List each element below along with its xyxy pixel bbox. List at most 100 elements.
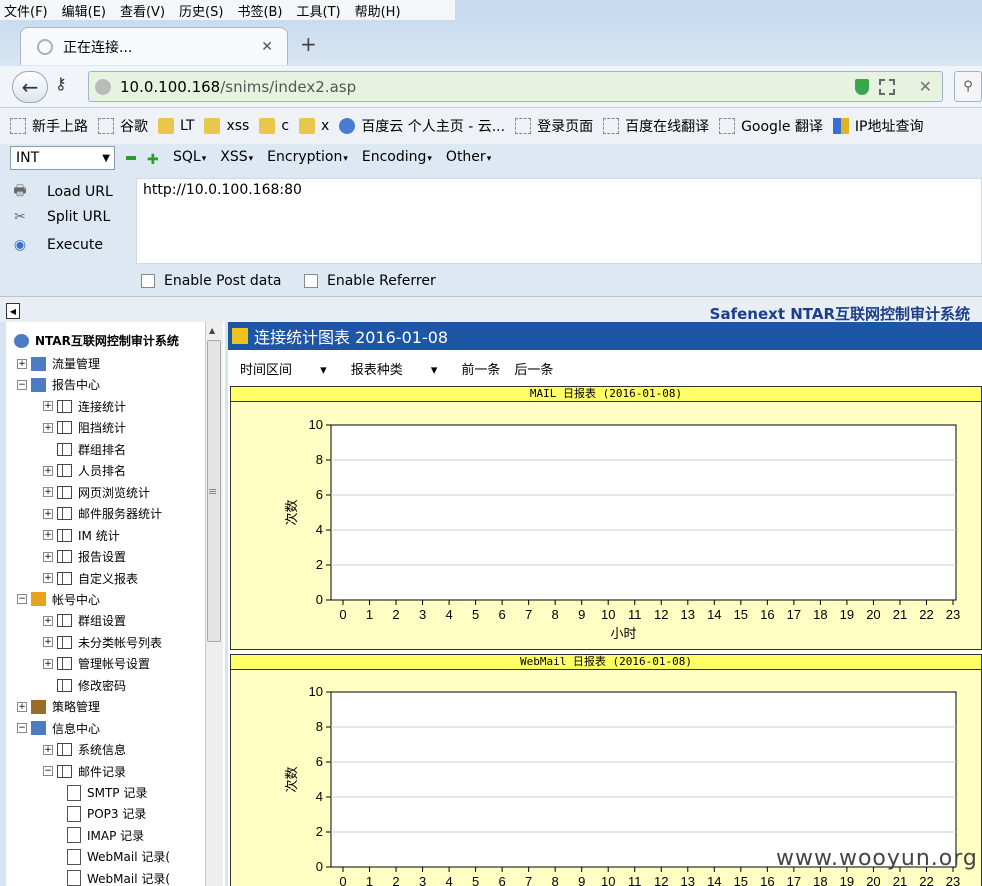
tree-item[interactable]: + 系统信息 (43, 741, 126, 758)
menu-other[interactable]: Other (446, 149, 491, 165)
minus-icon[interactable] (126, 156, 136, 160)
expand-icon[interactable]: + (43, 615, 53, 626)
collapse-icon[interactable]: − (17, 723, 27, 734)
tree-item[interactable]: 群组排名 (43, 441, 126, 458)
expand-icon[interactable]: + (43, 744, 53, 755)
menu-help[interactable]: 帮助(H) (355, 1, 401, 20)
expand-icon[interactable]: + (43, 487, 53, 498)
expand-icon[interactable]: + (17, 701, 27, 712)
address-bar[interactable]: 10.0.100.168/snims/index2.asp ✕ (88, 71, 943, 102)
post-checkbox-box[interactable] (141, 274, 155, 288)
bookmark-item[interactable]: 百度云 个人主页 - 云... (339, 116, 505, 136)
menu-tools[interactable]: 工具(T) (297, 1, 341, 20)
bookmark-item[interactable]: 百度在线翻译 (603, 116, 709, 136)
tree-item[interactable]: + 邮件服务器统计 (43, 505, 162, 522)
tree-item[interactable]: + 网页浏览统计 (43, 484, 150, 501)
split-url-button[interactable]: ✂ Split URL (10, 209, 110, 225)
bookmark-item[interactable]: 新手上路 (10, 116, 88, 136)
tree-item[interactable]: + 群组设置 (43, 612, 126, 629)
tree-item[interactable]: − 邮件记录 (43, 763, 126, 780)
tree-item[interactable]: + 策略管理 (17, 698, 100, 715)
expand-icon[interactable]: + (17, 358, 27, 369)
stop-icon[interactable]: ✕ (919, 77, 932, 96)
tree-item[interactable]: WebMail 记录( (67, 870, 170, 886)
bookmark-item[interactable]: 登录页面 (515, 116, 593, 136)
bookmark-item[interactable]: x (299, 118, 329, 134)
url-host: 10.0.100.168 (120, 77, 221, 96)
tree-item[interactable]: 修改密码 (43, 677, 126, 694)
menu-sql[interactable]: SQL (173, 149, 206, 165)
y-tick-label: 10 (309, 417, 323, 432)
bookmark-item[interactable]: Google 翻译 (719, 116, 823, 136)
prev-link[interactable]: 前一条 (461, 359, 500, 378)
collapse-icon[interactable]: − (43, 766, 53, 777)
menu-bookmarks[interactable]: 书签(B) (237, 1, 282, 20)
menu-edit[interactable]: 编辑(E) (62, 1, 106, 20)
tree-item[interactable]: + 未分类帐号列表 (43, 634, 162, 651)
bookmark-item[interactable]: xss (204, 118, 249, 134)
browser-tab[interactable]: 正在连接... ✕ (20, 27, 288, 65)
bookmark-item[interactable]: 谷歌 (98, 116, 148, 136)
bookmark-item[interactable]: c (259, 118, 289, 134)
menu-view[interactable]: 查看(V) (120, 1, 165, 20)
collapse-icon[interactable]: − (17, 379, 27, 390)
menu-history[interactable]: 历史(S) (179, 1, 223, 20)
chart-title: MAIL 日报表 (2016-01-08) (231, 387, 981, 402)
menu-xss[interactable]: XSS (220, 149, 253, 165)
enable-post-checkbox[interactable]: Enable Post data (141, 273, 281, 289)
expand-icon[interactable]: + (43, 508, 53, 519)
tree-item-label: POP3 记录 (87, 807, 147, 822)
next-link[interactable]: 后一条 (514, 359, 553, 378)
bookmark-item[interactable]: IP地址查询 (832, 116, 923, 136)
expand-icon[interactable]: + (43, 401, 53, 412)
expand-icon[interactable]: + (43, 465, 53, 476)
plus-icon[interactable]: ✚ (147, 152, 159, 168)
tree-item[interactable]: + 流量管理 (17, 355, 100, 372)
referrer-checkbox-box[interactable] (304, 274, 318, 288)
tree-root[interactable]: NTAR互联网控制审计系统 (14, 332, 179, 349)
int-select[interactable]: INT ▼ (10, 146, 115, 170)
menu-encryption[interactable]: Encryption (267, 149, 348, 165)
tree-item[interactable]: IMAP 记录 (67, 827, 144, 844)
back-button[interactable]: ← (12, 71, 48, 103)
y-tick-label: 2 (316, 824, 323, 839)
tree-item[interactable]: − 帐号中心 (17, 591, 100, 608)
close-tab-icon[interactable]: ✕ (261, 39, 273, 55)
collapse-icon[interactable]: − (17, 594, 27, 605)
tree-item[interactable]: + 报告设置 (43, 548, 126, 565)
menu-file[interactable]: 文件(F) (4, 1, 48, 20)
load-url-button[interactable]: 🖶 Load URL (10, 180, 112, 204)
menu-encoding[interactable]: Encoding (362, 149, 432, 165)
time-range-label: 时间区间 (240, 362, 293, 378)
execute-button[interactable]: ◉ Execute (10, 237, 103, 253)
scroll-up-icon[interactable]: ▲ (209, 326, 215, 335)
tree-item[interactable]: POP3 记录 (67, 805, 146, 822)
tree-item[interactable]: + 管理帐号设置 (43, 655, 150, 672)
key-icon[interactable]: ⚷ (55, 74, 67, 93)
qr-code-icon[interactable] (878, 78, 895, 95)
shield-icon[interactable] (854, 78, 869, 95)
expand-icon[interactable]: + (43, 422, 53, 433)
time-range-menu[interactable]: 时间区间 ▾ (240, 359, 327, 378)
tree-item[interactable]: SMTP 记录 (67, 784, 147, 801)
tree-item[interactable]: + IM 统计 (43, 527, 120, 544)
bookmark-item[interactable]: LT (158, 118, 194, 134)
tree-item[interactable]: + 自定义报表 (43, 570, 138, 587)
url-textarea[interactable]: http://10.0.100.168:80 (136, 178, 982, 264)
report-type-menu[interactable]: 报表种类 ▾ (351, 359, 438, 378)
expand-icon[interactable]: + (43, 551, 53, 562)
tree-item[interactable]: WebMail 记录( (67, 848, 170, 865)
expand-icon[interactable]: + (43, 573, 53, 583)
search-button[interactable]: ⚲ (954, 71, 982, 102)
tree-item[interactable]: + 连接统计 (43, 398, 126, 415)
expand-icon[interactable]: + (43, 530, 53, 541)
new-tab-icon[interactable]: + (300, 32, 317, 56)
expand-icon[interactable]: + (43, 658, 53, 669)
tree-item[interactable]: + 阻挡统计 (43, 419, 126, 436)
enable-referrer-checkbox[interactable]: Enable Referrer (304, 273, 436, 289)
tree-item[interactable]: + 人员排名 (43, 462, 126, 479)
x-tick-label: 14 (707, 874, 721, 886)
expand-icon[interactable]: + (43, 637, 53, 648)
tree-item[interactable]: − 报告中心 (17, 376, 100, 393)
tree-item[interactable]: − 信息中心 (17, 720, 100, 737)
